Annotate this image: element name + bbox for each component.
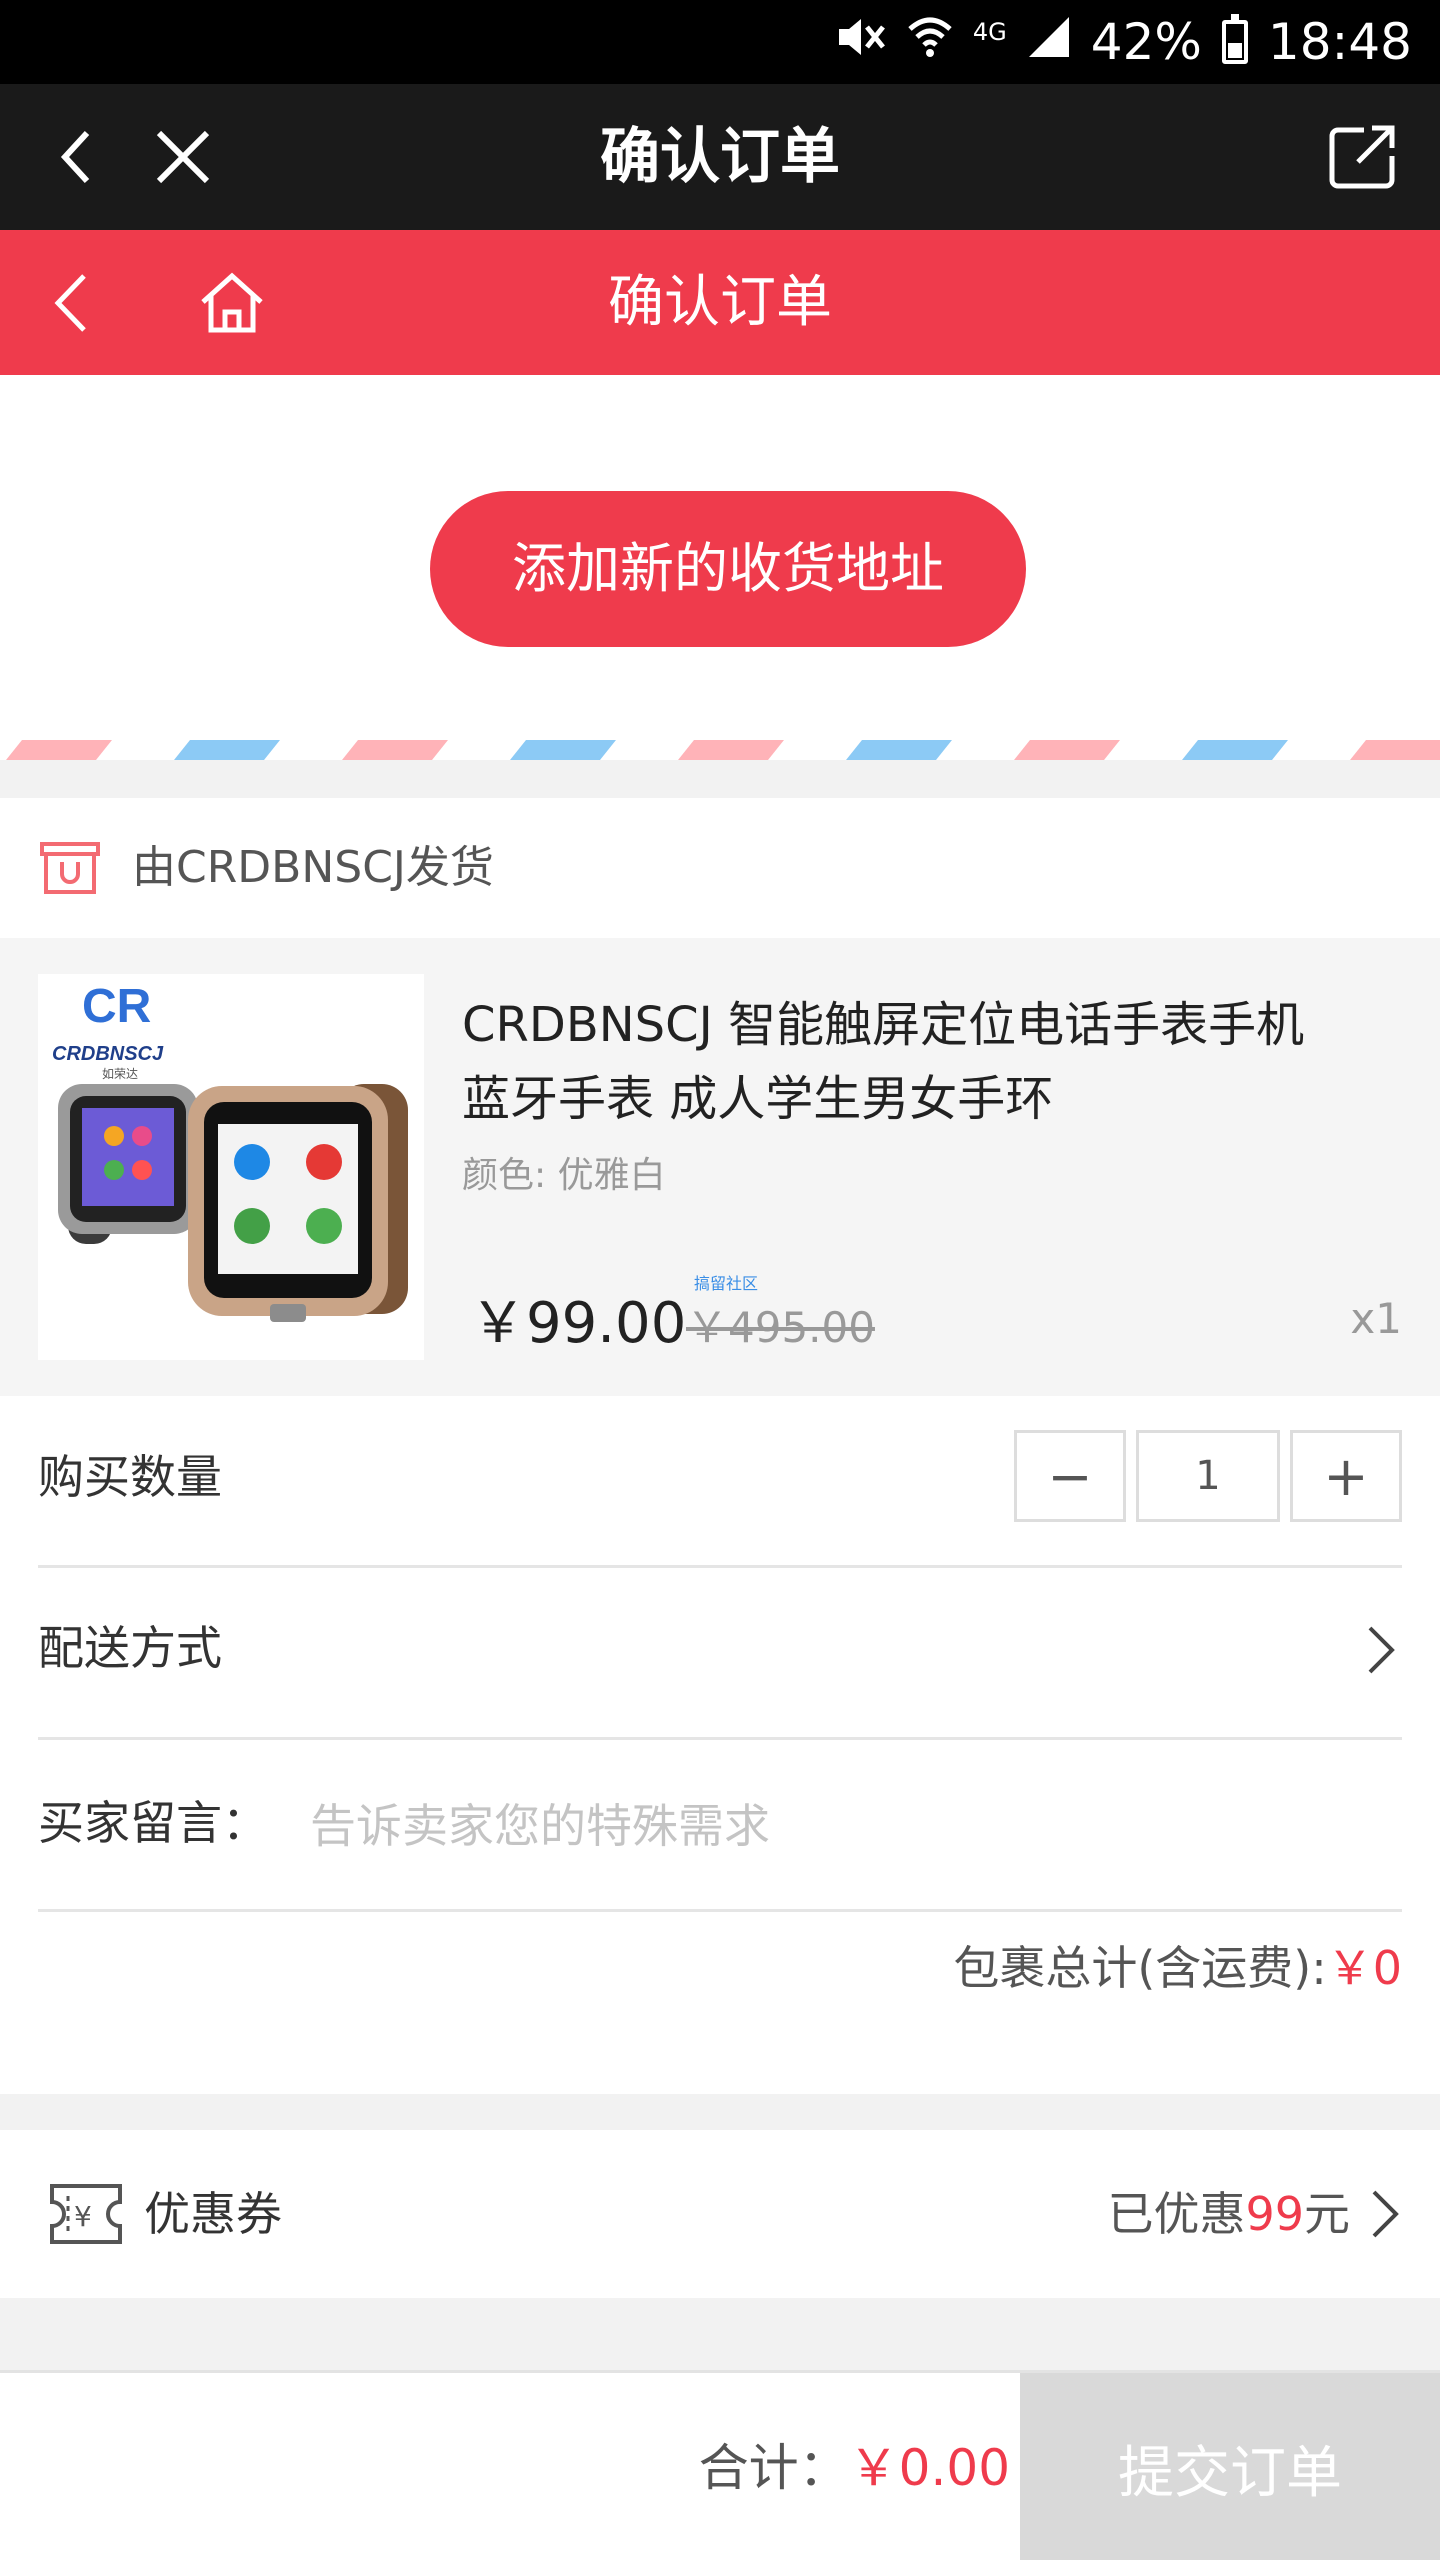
wifi-icon (907, 13, 953, 71)
product-title-line-1: CRDBNSCJ 智能触屏定位电话手表手机 (462, 997, 1305, 1053)
network-type: 4G (972, 18, 1007, 46)
delivery-row[interactable]: 配送方式 (38, 1568, 1402, 1740)
shop-section: 由CRDBNSCJ发货 CR CRDBNSCJ 如荣达 CRDBNSCJ 智能触… (0, 798, 1440, 2094)
increase-button[interactable]: + (1290, 1430, 1402, 1522)
shop-header: 由CRDBNSCJ发货 (0, 798, 1440, 938)
browser-bar: 确认订单 (0, 84, 1440, 230)
product-quantity: x1 (1350, 1294, 1402, 1343)
coupon-value: 已优惠99元 (1107, 2130, 1350, 2298)
message-row: 买家留言： (38, 1740, 1402, 1912)
coupon-label: 优惠券 (144, 2187, 282, 2241)
message-label: 买家留言： (38, 1796, 268, 1850)
total-value: ￥0.00 (848, 2439, 1010, 2497)
status-bar: 4G 42% 18:48 (0, 0, 1440, 84)
address-section: 添加新的收货地址 (0, 375, 1440, 760)
brand-logo: CR CRDBNSCJ 如荣达 (52, 980, 164, 1081)
app-header: 确认订单 (0, 230, 1440, 375)
signal-icon (1027, 13, 1071, 71)
coupon-icon: ¥ (50, 2184, 122, 2244)
product-price: ￥99.00 (470, 1291, 687, 1356)
product-title-line-2: 蓝牙手表 成人学生男女手环 (462, 1071, 1054, 1127)
product-color: 颜色: 优雅白 (462, 1155, 666, 1196)
quantity-label: 购买数量 (38, 1450, 222, 1504)
total-label: 合计： (698, 2439, 849, 2497)
coupon-prefix: 已优惠 (1107, 2187, 1246, 2241)
package-total-label: 包裹总计(含运费): (953, 1941, 1327, 1995)
clock: 18:48 (1267, 13, 1412, 71)
package-icon (40, 842, 100, 894)
buyer-message-input[interactable] (310, 1740, 1310, 1912)
chevron-right-icon (1368, 1626, 1395, 1674)
coupon-amount: 99 (1245, 2187, 1304, 2241)
battery-percent: 42% (1090, 13, 1202, 71)
quantity-row: 购买数量 − 1 + (38, 1396, 1402, 1568)
svg-text:CR: CR (82, 980, 151, 1033)
browser-title: 确认订单 (600, 122, 840, 192)
checkout-bar: 合计：￥0.00 提交订单 (0, 2370, 1440, 2560)
coupon-suffix: 元 (1304, 2187, 1350, 2241)
submit-order-button[interactable]: 提交订单 (1020, 2373, 1440, 2560)
svg-text:¥: ¥ (74, 2200, 92, 2233)
share-icon (1329, 125, 1395, 189)
quantity-stepper: − 1 + (1014, 1430, 1402, 1522)
product-original-price: ￥495.00 (686, 1303, 875, 1352)
add-address-button[interactable]: 添加新的收货地址 (430, 491, 1026, 647)
svg-text:如荣达: 如荣达 (102, 1066, 138, 1081)
share-button[interactable] (1308, 84, 1418, 230)
svg-text:CRDBNSCJ: CRDBNSCJ (52, 1043, 164, 1065)
package-total: 包裹总计(含运费):￥0 (953, 1932, 1402, 1998)
watch-image-right (188, 1084, 408, 1322)
chevron-right-icon (1372, 2190, 1399, 2238)
product-item[interactable]: CR CRDBNSCJ 如荣达 CRDBNSCJ 智能触屏定位电话手表手机 蓝牙… (0, 938, 1440, 1396)
package-total-value: ￥0 (1326, 1941, 1402, 1995)
coupon-row[interactable]: ¥ 优惠券 已优惠99元 (0, 2130, 1440, 2298)
decrease-button[interactable]: − (1014, 1430, 1126, 1522)
delivery-label: 配送方式 (38, 1621, 222, 1675)
battery-icon (1221, 14, 1248, 64)
watermark: 搞留社区 (694, 1274, 759, 1293)
mute-icon (835, 13, 887, 71)
watch-image-left (58, 1084, 198, 1244)
page-title: 确认订单 (608, 270, 832, 335)
order-total: 合计：￥0.00 (699, 2373, 1010, 2560)
airmail-border (0, 740, 1440, 760)
product-thumbnail[interactable]: CR CRDBNSCJ 如荣达 (38, 974, 424, 1360)
shipper-label: 由CRDBNSCJ发货 (132, 842, 494, 893)
quantity-value[interactable]: 1 (1136, 1430, 1280, 1522)
product-title[interactable]: CRDBNSCJ 智能触屏定位电话手表手机 蓝牙手表 成人学生男女手环 (462, 988, 1382, 1136)
